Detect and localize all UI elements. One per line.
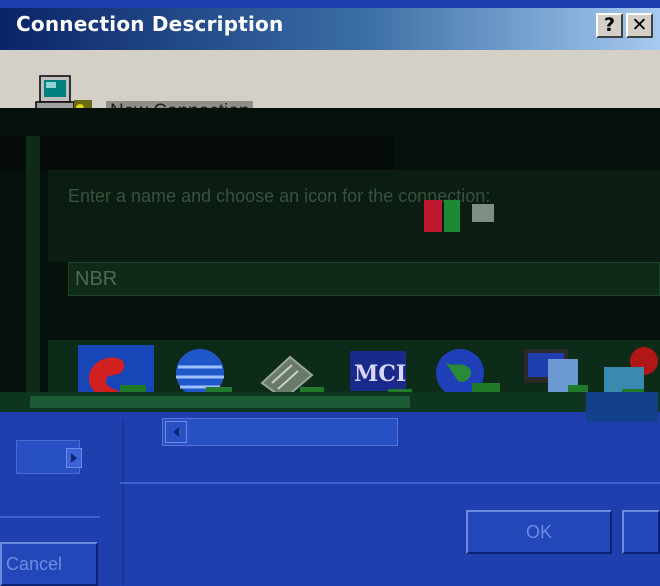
- arrow-left-icon: [173, 427, 179, 437]
- glitch-block: [444, 200, 460, 232]
- glitch-block: [472, 204, 494, 222]
- extra-button[interactable]: [622, 510, 660, 554]
- horizontal-scrollbar[interactable]: [162, 418, 398, 446]
- glitch-block: [424, 200, 442, 232]
- arrow-right-icon: [71, 453, 77, 463]
- divider-vertical: [122, 420, 124, 585]
- scroll-left-button[interactable]: [165, 421, 187, 443]
- glitch-block: [586, 392, 658, 422]
- window-title: Connection Description: [16, 12, 284, 36]
- left-border: [26, 136, 40, 406]
- help-button[interactable]: ?: [596, 13, 623, 38]
- glitch-block: [30, 396, 410, 408]
- scroll-right-arrow[interactable]: [66, 448, 82, 468]
- prompt-area: [48, 170, 660, 262]
- svg-text:MCI: MCI: [354, 361, 406, 387]
- close-button[interactable]: ✕: [626, 13, 653, 38]
- connection-name-input[interactable]: [68, 262, 660, 296]
- divider-line: [0, 516, 100, 518]
- ok-button[interactable]: OK: [466, 510, 612, 554]
- body-top-strip: [0, 136, 394, 172]
- divider-line: [120, 482, 660, 484]
- cancel-button[interactable]: Cancel: [0, 542, 98, 586]
